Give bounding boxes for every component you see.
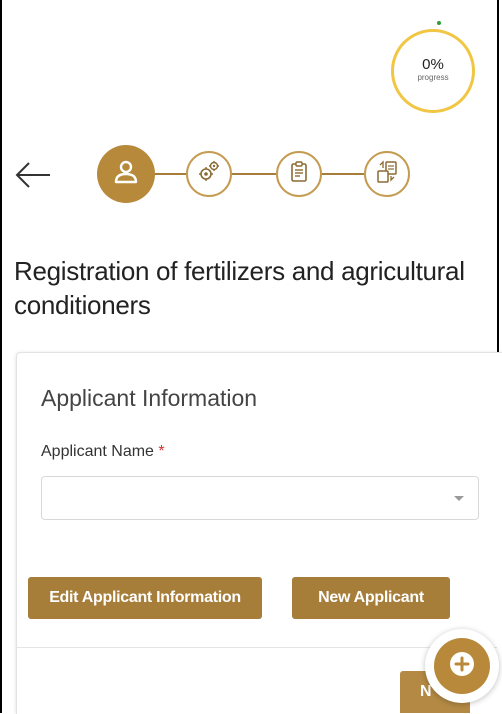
step-review[interactable]: [364, 151, 410, 197]
page-title: Registration of fertilizers and agricult…: [14, 256, 465, 320]
back-arrow-icon[interactable]: [14, 159, 52, 191]
plus-circle-icon: [447, 649, 477, 684]
progress-label: progress: [417, 73, 449, 82]
progress-value: 0%: [422, 56, 444, 73]
required-mark: *: [158, 443, 165, 460]
card-divider: [17, 647, 497, 648]
applicant-name-select[interactable]: [41, 476, 479, 520]
window-border-left: [0, 0, 2, 713]
clipboard-icon: [287, 160, 311, 189]
status-dot: [437, 21, 441, 25]
gears-icon: [196, 159, 222, 190]
applicant-name-label-text: Applicant Name: [41, 443, 154, 460]
chevron-down-icon: [454, 496, 464, 501]
step-attachments[interactable]: [276, 151, 322, 197]
user-icon: [112, 158, 140, 191]
step-connector: [322, 173, 364, 175]
section-title: Applicant Information: [41, 385, 258, 411]
applicant-name-label: Applicant Name *: [41, 443, 165, 461]
new-applicant-button[interactable]: New Applicant: [292, 577, 450, 619]
step-connector: [232, 173, 276, 175]
edit-applicant-button[interactable]: Edit Applicant Information: [28, 577, 262, 619]
add-fab-button[interactable]: [425, 629, 499, 703]
documents-exchange-icon: [374, 159, 400, 190]
fab-inner: [434, 638, 490, 694]
step-connector: [154, 173, 186, 175]
step-details[interactable]: [186, 151, 232, 197]
progress-indicator: 0% progress: [391, 29, 475, 113]
step-applicant[interactable]: [97, 145, 155, 203]
